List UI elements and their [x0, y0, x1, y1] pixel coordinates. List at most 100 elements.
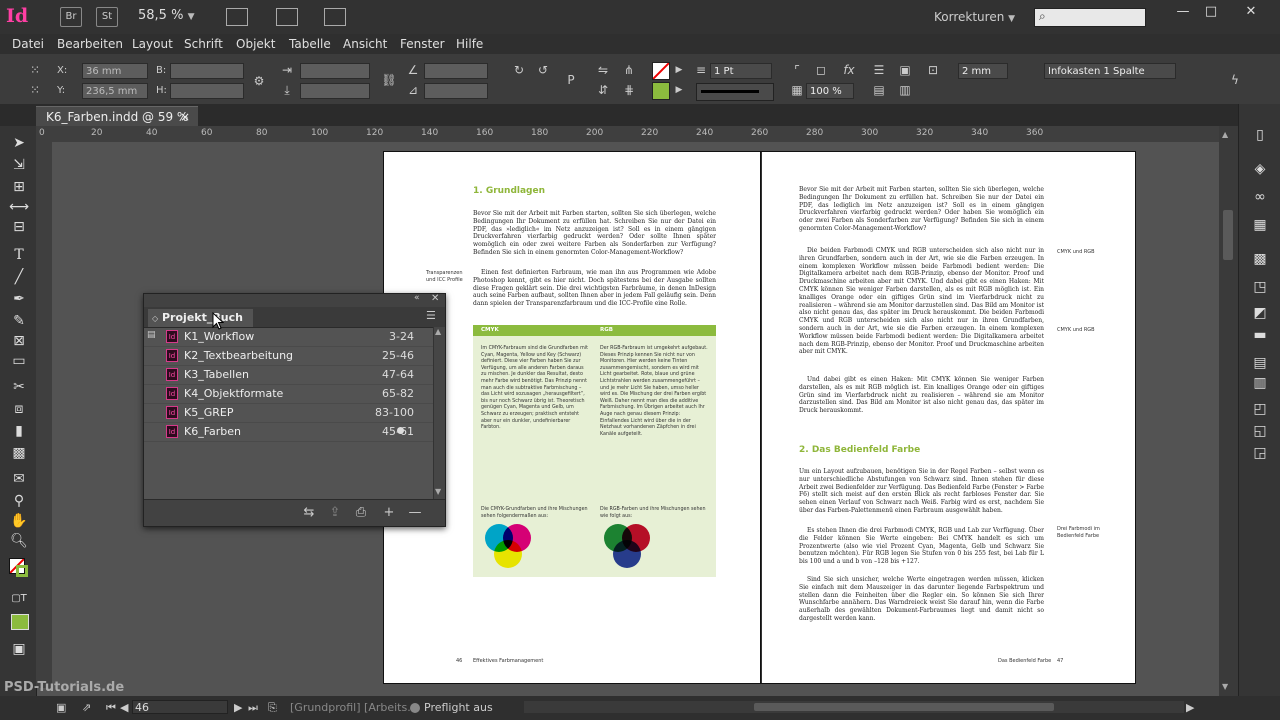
select-next-icon[interactable]: ⋔ — [620, 62, 638, 78]
drop-shadow-icon[interactable]: ◻ — [812, 62, 830, 78]
page-number-field[interactable]: 46 — [132, 700, 228, 714]
height-field[interactable] — [170, 83, 244, 99]
stroke-swatch[interactable] — [652, 82, 670, 100]
flip-vertical-icon[interactable]: ⇵ — [594, 82, 612, 98]
menu-objekt[interactable]: Objekt — [236, 37, 275, 51]
object-style-select[interactable]: Infokasten 1 Spalte — [1044, 63, 1176, 79]
stroke-color-icon[interactable] — [16, 565, 28, 577]
book-document-row[interactable]: Id K3_Tabellen 47-64 — [144, 365, 435, 385]
character-styles-icon[interactable]: ▥ — [1250, 374, 1270, 392]
preview-mode-icon[interactable]: ▣ — [56, 701, 66, 714]
scale-y-field[interactable] — [300, 83, 370, 99]
menu-ansicht[interactable]: Ansicht — [343, 37, 387, 51]
stroke-dropdown-icon[interactable]: ▶ — [670, 82, 688, 98]
swatches-panel-icon[interactable]: ▩ — [1250, 250, 1270, 268]
menu-bearbeiten[interactable]: Bearbeiten — [57, 37, 123, 51]
cc-libraries-icon[interactable]: ◳ — [1250, 278, 1270, 296]
table-styles-icon[interactable]: ◲ — [1250, 444, 1270, 462]
flip-horizontal-icon[interactable]: ⇋ — [594, 62, 612, 78]
text-wrap-jump-icon[interactable]: ▥ — [896, 82, 914, 98]
info-box[interactable]: CMYK RGB Im CMYK-Farbraum sind die Grund… — [473, 325, 716, 577]
view-options-icon[interactable] — [226, 8, 248, 26]
document-tab[interactable]: K6_Farben.indd @ 59 % × — [36, 106, 198, 126]
stroke-type-select[interactable] — [696, 83, 774, 101]
minimize-button[interactable]: — — [1172, 4, 1194, 20]
book-document-row[interactable]: Id K5_GREP 83-100 — [144, 403, 435, 423]
rotate-cw-icon[interactable]: ↻ — [510, 62, 528, 78]
text-wrap-shape-icon[interactable]: ▤ — [870, 82, 888, 98]
scrollbar-thumb[interactable] — [1223, 210, 1233, 260]
collapse-panel-icon[interactable]: « — [414, 293, 420, 303]
hand-tool-icon[interactable]: ✋ — [9, 512, 29, 530]
opacity-field[interactable]: 100 % — [806, 83, 854, 99]
synchronize-icon[interactable]: ⇆ — [300, 505, 318, 521]
previous-page-icon[interactable]: ◀ — [120, 701, 128, 714]
reference-point-icon[interactable]: ⁙ — [26, 62, 44, 78]
constrain-proportions-icon[interactable]: ⚙ — [250, 73, 268, 89]
object-styles-icon[interactable]: ◰ — [1250, 400, 1270, 418]
paragraph-styles-icon[interactable]: ▤ — [1250, 354, 1270, 372]
maximize-button[interactable]: □ — [1200, 4, 1222, 20]
select-container-icon[interactable]: P — [562, 72, 580, 88]
close-panel-icon[interactable]: ✕ — [431, 293, 439, 304]
free-transform-tool-icon[interactable]: ⧈ — [9, 400, 29, 418]
first-page-icon[interactable]: ⏮ — [106, 701, 116, 715]
expand-panel-icon[interactable]: ◇ — [152, 314, 158, 323]
type-tool-icon[interactable]: T — [9, 246, 29, 264]
rectangle-frame-tool-icon[interactable]: ⊠ — [9, 332, 29, 350]
zoom-level-select[interactable]: 58,5 % ▼ — [138, 8, 195, 23]
zoom-tool-icon[interactable]: 🔍︎ — [9, 532, 29, 550]
corner-options-icon[interactable]: ⌜ — [788, 62, 806, 78]
book-panel-tab[interactable]: ◇ Projekt_Buch — [148, 309, 253, 327]
x-position-field[interactable]: 36 mm — [82, 63, 148, 79]
page-tool-icon[interactable]: ⊞ — [9, 178, 29, 196]
shear-icon[interactable]: ⊿ — [404, 82, 422, 98]
screen-mode-icon[interactable] — [276, 8, 298, 26]
shear-field[interactable] — [424, 83, 488, 99]
text-wrap-box-icon[interactable]: ▣ — [896, 62, 914, 78]
close-window-button[interactable]: ✕ — [1240, 4, 1262, 20]
effects-icon[interactable]: fx — [840, 62, 858, 78]
auto-fit-icon[interactable]: ⊡ — [924, 62, 942, 78]
workspace-switcher[interactable]: Korrekturen ▼ — [934, 10, 1015, 24]
selection-tool-icon[interactable]: ➤ — [9, 134, 29, 152]
panel-menu-icon[interactable]: ☰ — [426, 309, 436, 322]
save-book-icon[interactable]: ⇪ — [326, 505, 344, 521]
screen-mode-icon[interactable]: ▣ — [9, 640, 29, 658]
formatting-affects-container-icon[interactable]: ▢T — [9, 590, 29, 608]
rectangle-tool-icon[interactable]: ▭ — [9, 352, 29, 370]
content-collector-icon[interactable]: ⊟ — [9, 218, 29, 236]
right-page[interactable]: Bevor Sie mit der Arbeit mit Farben star… — [760, 151, 1136, 684]
next-page-icon[interactable]: ▶ — [234, 701, 242, 714]
direct-selection-tool-icon[interactable]: ⇲ — [9, 156, 29, 174]
pencil-tool-icon[interactable]: ✎ — [9, 312, 29, 330]
remove-document-icon[interactable]: — — [406, 505, 424, 521]
search-input[interactable]: ⌕ — [1034, 8, 1146, 27]
rotation-field[interactable] — [424, 63, 488, 79]
scroll-up-icon[interactable]: ▲ — [435, 327, 441, 336]
menu-schrift[interactable]: Schrift — [184, 37, 223, 51]
last-page-icon[interactable]: ⏭ — [248, 701, 258, 715]
book-document-row[interactable]: Id K2_Textbearbeitung 25-46 — [144, 346, 435, 366]
panel-titlebar[interactable]: « ✕ — [144, 293, 445, 307]
fill-none-swatch[interactable] — [652, 62, 670, 80]
menu-tabelle[interactable]: Tabelle — [289, 37, 331, 51]
book-panel[interactable]: « ✕ ◇ Projekt_Buch ☰ ▤ Id K1_Workflow 3-… — [143, 293, 446, 527]
print-book-icon[interactable]: ⎙ — [352, 505, 370, 521]
gap-tool-icon[interactable]: ⟷ — [9, 198, 29, 216]
note-tool-icon[interactable]: ✉ — [9, 470, 29, 488]
style-source-icon[interactable]: ▤ — [147, 330, 156, 340]
open-export-icon[interactable]: ⇗ — [82, 701, 91, 714]
arrange-documents-icon[interactable] — [324, 8, 346, 26]
y-position-field[interactable]: 236,5 mm — [82, 83, 148, 99]
gradient-feather-tool-icon[interactable]: ▩ — [9, 444, 29, 462]
scrollbar-thumb[interactable] — [754, 703, 1054, 711]
menu-datei[interactable]: Datei — [12, 37, 44, 51]
scroll-right-icon[interactable]: ▶ — [1186, 701, 1194, 714]
pages-panel-icon[interactable]: ▯ — [1250, 126, 1270, 144]
horizontal-scrollbar[interactable] — [524, 701, 1184, 713]
gap-field[interactable]: 2 mm — [958, 63, 1008, 79]
apply-color-icon[interactable] — [11, 614, 29, 630]
gradient-swatch-tool-icon[interactable]: ▮ — [9, 422, 29, 440]
fill-dropdown-icon[interactable]: ▶ — [670, 62, 688, 78]
